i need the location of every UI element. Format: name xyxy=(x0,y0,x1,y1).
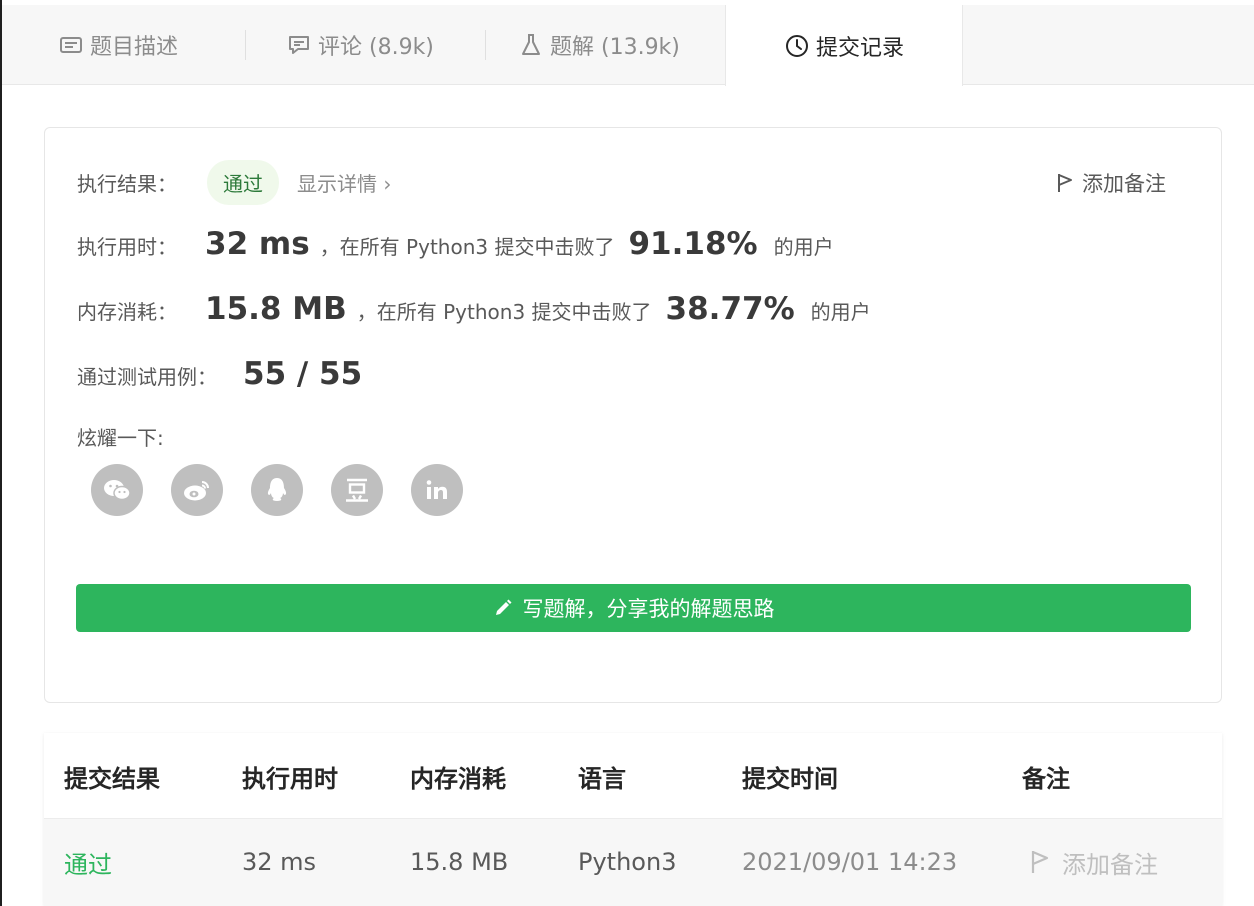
share-row: 炫耀一下: xyxy=(77,422,164,451)
tab-submissions-label: 提交记录 xyxy=(815,35,904,61)
memory-text: ，在所有 Python3 提交中击败了 xyxy=(356,300,652,324)
memory-row: 内存消耗： 15.8 MB ，在所有 Python3 提交中击败了 38.77%… xyxy=(77,291,871,327)
tab-submissions[interactable]: 提交记录 xyxy=(725,5,963,86)
runtime-text: ，在所有 Python3 提交中击败了 xyxy=(319,235,615,259)
memory-label: 内存消耗： xyxy=(77,300,177,324)
exec-result-row: 执行结果： 通过 显示详情 › xyxy=(77,160,391,205)
header-memory[interactable]: 内存消耗 xyxy=(410,733,506,819)
weibo-icon[interactable] xyxy=(171,464,223,516)
tab-bar: 题目描述 评论 (8.9k) 题解 (13.9k) 提交记录 xyxy=(2,5,1254,86)
runtime-percent: 91.18% xyxy=(628,226,758,262)
douban-icon[interactable] xyxy=(331,464,383,516)
header-language[interactable]: 语言 xyxy=(578,733,626,819)
tests-row: 通过测试用例： 55 / 55 xyxy=(77,356,362,392)
share-label: 炫耀一下: xyxy=(77,426,164,450)
row-memory: 15.8 MB xyxy=(410,848,509,876)
row-language: Python3 xyxy=(578,848,677,876)
write-solution-button[interactable]: 写题解，分享我的解题思路 xyxy=(76,584,1191,632)
table-header: 提交结果 执行用时 内存消耗 语言 提交时间 备注 xyxy=(44,733,1222,819)
flag-icon xyxy=(1056,172,1074,194)
runtime-label: 执行用时： xyxy=(77,235,177,259)
pencil-icon xyxy=(493,598,513,618)
table-row[interactable]: 通过 32 ms 15.8 MB Python3 2021/09/01 14:2… xyxy=(44,819,1222,906)
header-note: 备注 xyxy=(1022,764,1070,793)
header-time[interactable]: 提交时间 xyxy=(742,733,838,819)
runtime-suffix: 的用户 xyxy=(773,235,834,259)
tab-comments[interactable]: 评论 (8.9k) xyxy=(286,5,434,85)
tests-value: 55 / 55 xyxy=(243,356,363,392)
header-runtime[interactable]: 执行用时 xyxy=(242,733,338,819)
description-icon xyxy=(58,32,84,58)
memory-percent: 38.77% xyxy=(665,291,795,327)
tab-divider xyxy=(245,30,246,60)
write-solution-label: 写题解，分享我的解题思路 xyxy=(522,597,775,621)
tab-solutions-label: 题解 (13.9k) xyxy=(550,35,680,60)
clock-icon xyxy=(784,33,810,59)
flask-icon xyxy=(518,32,544,58)
runtime-row: 执行用时： 32 ms ，在所有 Python3 提交中击败了 91.18% 的… xyxy=(77,226,834,262)
share-icons xyxy=(91,464,463,516)
page: 题目描述 评论 (8.9k) 题解 (13.9k) 提交记录 执行结果： 通过 … xyxy=(0,0,1254,906)
flag-icon xyxy=(1030,849,1050,875)
add-note-label: 添加备注 xyxy=(1082,172,1166,196)
comment-icon xyxy=(286,32,312,58)
tab-divider xyxy=(485,30,486,60)
row-runtime: 32 ms xyxy=(242,848,317,876)
header-result[interactable]: 提交结果 xyxy=(64,733,160,819)
row-result[interactable]: 通过 xyxy=(64,819,112,905)
linkedin-icon[interactable] xyxy=(411,464,463,516)
tests-label: 通过测试用例： xyxy=(77,365,217,389)
row-time: 2021/09/01 14:23 xyxy=(742,848,958,876)
row-add-note-button[interactable]: 添加备注 xyxy=(1030,819,1158,905)
status-badge: 通过 xyxy=(207,160,279,205)
wechat-icon[interactable] xyxy=(91,464,143,516)
submission-result-card: 执行结果： 通过 显示详情 › 添加备注 执行用时： 32 ms ，在所有 Py… xyxy=(44,127,1222,703)
tab-comments-label: 评论 (8.9k) xyxy=(318,35,434,60)
tab-description-label: 题目描述 xyxy=(90,35,179,60)
show-details-link[interactable]: 显示详情 › xyxy=(297,168,391,197)
row-add-note-label: 添加备注 xyxy=(1062,850,1158,879)
add-note-button[interactable]: 添加备注 xyxy=(1056,168,1166,198)
runtime-value: 32 ms xyxy=(205,226,310,262)
memory-suffix: 的用户 xyxy=(810,300,871,324)
tab-description[interactable]: 题目描述 xyxy=(58,5,178,85)
tab-solutions[interactable]: 题解 (13.9k) xyxy=(518,5,680,85)
qq-icon[interactable] xyxy=(251,464,303,516)
memory-value: 15.8 MB xyxy=(205,291,347,327)
submission-table: 提交结果 执行用时 内存消耗 语言 提交时间 备注 通过 32 ms 15.8 … xyxy=(44,733,1222,906)
exec-result-label: 执行结果： xyxy=(77,172,177,196)
